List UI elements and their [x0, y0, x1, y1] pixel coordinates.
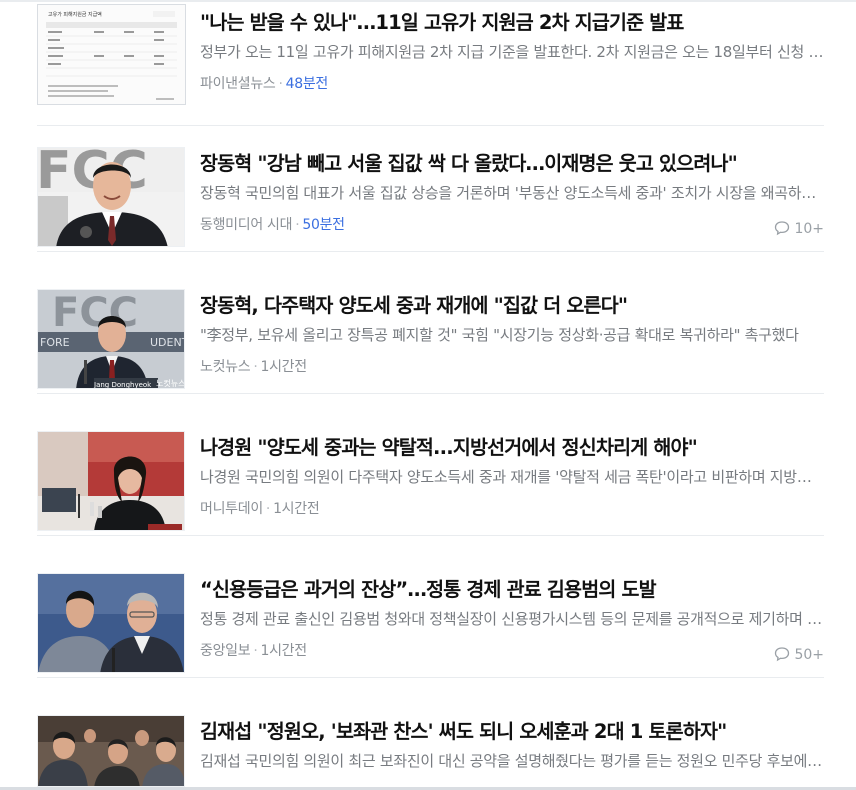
comment-count-label: 50+ [794, 647, 824, 663]
news-time: 1시간전 [273, 501, 320, 517]
meta-separator: · [253, 359, 258, 375]
news-time: 48분전 [285, 76, 329, 92]
news-summary[interactable]: "李정부, 보유세 올리고 장특공 폐지할 것" 국힘 "시장기능 정상화·공급… [200, 325, 824, 345]
news-summary[interactable]: 나경원 국민의힘 의원이 다주택자 양도소득세 중과 재개를 '약탈적 세금 폭… [200, 467, 824, 487]
news-meta: 중앙일보 · 1시간전 [200, 641, 824, 661]
news-thumbnail[interactable] [37, 573, 185, 673]
person-photo [38, 432, 184, 530]
comment-count[interactable]: 50+ [774, 645, 824, 665]
news-thumbnail[interactable] [37, 715, 185, 787]
news-meta: 노컷뉴스 · 1시간전 [200, 357, 824, 377]
news-summary[interactable]: 김재섭 국민의힘 의원이 최근 보좌진이 대신 공약을 설명해줬다는 평가를 듣… [200, 751, 824, 771]
person-photo: FCC [38, 148, 184, 246]
person-photo [38, 574, 184, 672]
svg-text:UDENT: UDENT [150, 336, 185, 349]
comment-icon [775, 647, 790, 662]
news-time: 1시간전 [260, 643, 307, 659]
news-meta: 파이낸셜뉴스 · 48분전 [200, 74, 824, 94]
meta-separator: · [295, 217, 300, 233]
comment-count[interactable]: 10+ [774, 219, 824, 239]
table-graphic: 고유가 피해지원금 지급액 [38, 5, 185, 104]
news-item[interactable]: 김재섭 "정원오, '보좌관 찬스' 써도 되니 오세훈과 2대 1 토론하자"… [37, 694, 824, 790]
news-meta: 동행미디어 시대 · 50분전 [200, 215, 824, 235]
thumb-watermark: 노컷뉴스 [156, 378, 185, 388]
thumb-caption: Jang Donghyeok [93, 381, 152, 389]
press-name[interactable]: 노컷뉴스 [200, 359, 251, 375]
news-headline[interactable]: “신용등급은 과거의 잔상”…정통 경제 관료 김용범의 도발 [200, 577, 824, 603]
press-name[interactable]: 중앙일보 [200, 643, 251, 659]
news-meta: 머니투데이 · 1시간전 [200, 499, 824, 519]
news-item[interactable]: 고유가 피해지원금 지급액 "나는 받을 수 있나"…11일 고유가 지원금 2… [37, 0, 824, 126]
news-headline[interactable]: 나경원 "양도세 중과는 약탈적...지방선거에서 정신차리게 해야" [200, 435, 824, 461]
news-thumbnail[interactable]: FCC FORE UDENT Jang Donghyeok 노컷뉴스 [37, 289, 185, 389]
news-summary[interactable]: 장동혁 국민의힘 대표가 서울 집값 상승을 거론하며 '부동산 양도소득세 중… [200, 183, 824, 203]
news-time: 1시간전 [260, 359, 307, 375]
news-headline[interactable]: 장동혁, 다주택자 양도세 중과 재개에 "집값 더 오른다" [200, 293, 824, 319]
svg-text:FORE: FORE [40, 336, 70, 349]
press-name[interactable]: 머니투데이 [200, 501, 263, 517]
comment-count-label: 10+ [794, 221, 824, 237]
news-item[interactable]: FCC 장동혁 "강남 빼고 서울 집값 싹 다 올랐다…이재명은 웃고 있으려… [37, 126, 824, 252]
news-headline[interactable]: 장동혁 "강남 빼고 서울 집값 싹 다 올랐다…이재명은 웃고 있으려나" [200, 151, 824, 177]
press-name[interactable]: 파이낸셜뉴스 [200, 76, 276, 92]
news-thumbnail[interactable]: 고유가 피해지원금 지급액 [37, 4, 186, 105]
news-thumbnail[interactable]: FCC [37, 147, 185, 247]
meta-separator: · [265, 501, 271, 517]
news-headline[interactable]: 김재섭 "정원오, '보좌관 찬스' 써도 되니 오세훈과 2대 1 토론하자" [200, 719, 824, 745]
comment-icon [775, 221, 790, 236]
news-summary[interactable]: 정통 경제 관료 출신인 김용범 청와대 정책실장이 신용평가시스템 등의 문제… [200, 609, 824, 629]
news-thumbnail[interactable] [37, 431, 185, 531]
news-item[interactable]: “신용등급은 과거의 잔상”…정통 경제 관료 김용범의 도발 정통 경제 관료… [37, 552, 824, 678]
news-item[interactable]: FCC FORE UDENT Jang Donghyeok 노컷뉴스 장동혁, … [37, 268, 824, 394]
news-summary[interactable]: 정부가 오는 11일 고유가 피해지원금 2차 지급 기준을 발표한다. 2차 … [200, 42, 824, 62]
meta-separator: · [278, 76, 283, 92]
meta-separator: · [253, 643, 258, 659]
news-item[interactable]: 나경원 "양도세 중과는 약탈적...지방선거에서 정신차리게 해야" 나경원 … [37, 410, 824, 536]
news-headline[interactable]: "나는 받을 수 있나"…11일 고유가 지원금 2차 지급기준 발표 [200, 10, 824, 36]
person-photo: FCC FORE UDENT Jang Donghyeok 노컷뉴스 [38, 290, 185, 389]
svg-text:FCC: FCC [38, 148, 148, 201]
thumb-title: 고유가 피해지원금 지급액 [48, 11, 102, 18]
press-name[interactable]: 동행미디어 시대 [200, 217, 293, 233]
person-photo [38, 716, 184, 786]
news-time: 50분전 [302, 217, 345, 233]
